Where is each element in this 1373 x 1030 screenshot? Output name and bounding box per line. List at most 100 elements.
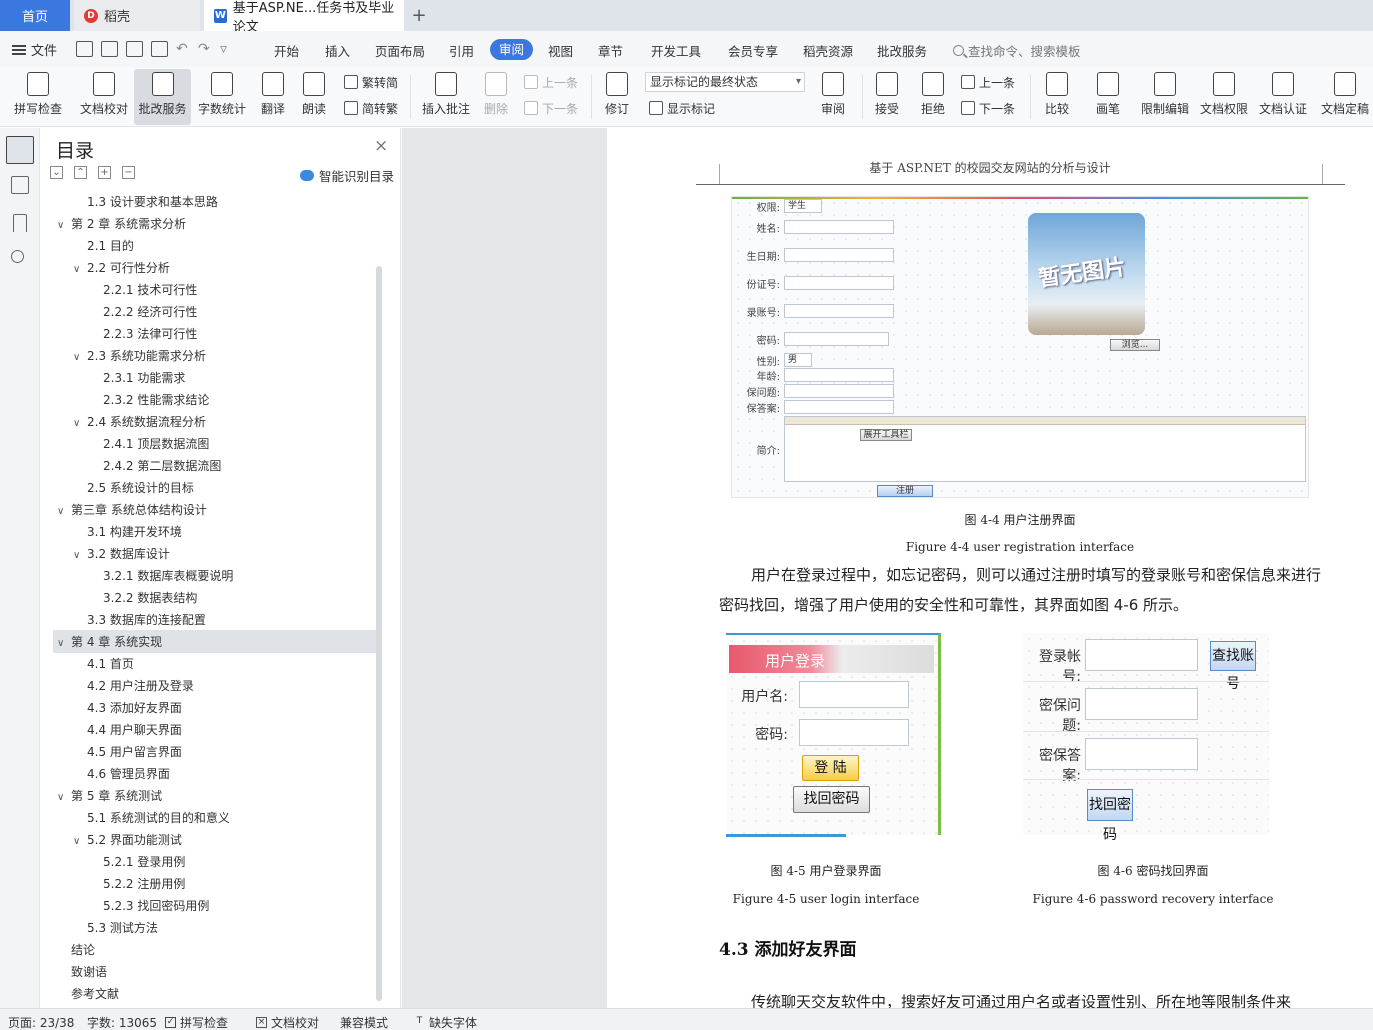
status-proofread[interactable]: × 文档校对	[256, 1014, 319, 1030]
bookmark-icon[interactable]	[13, 214, 27, 232]
print-preview-icon[interactable]	[151, 41, 168, 57]
command-search[interactable]: 查找命令、搜索模板	[953, 41, 1081, 60]
read-aloud-button[interactable]: 朗读	[297, 69, 331, 125]
tab-daoke[interactable]: D 稻壳	[74, 0, 200, 31]
export-pdf-icon[interactable]	[101, 41, 118, 57]
toc-item[interactable]: ∨ 2.4 系统数据流程分析	[73, 411, 206, 433]
toc-item[interactable]: ∨ 第 2 章 系统需求分析	[57, 213, 186, 235]
toc-item[interactable]: 致谢语	[57, 961, 107, 983]
toc-item[interactable]: 2.4.1 顶层数据流图	[89, 433, 209, 455]
document-certify-button[interactable]: 文档认证	[1256, 69, 1310, 125]
toc-item[interactable]: 2.2.1 技术可行性	[89, 279, 197, 301]
simp-to-trad-button[interactable]: 简转繁	[344, 99, 398, 117]
toc-item[interactable]: 3.2.1 数据库表概要说明	[89, 565, 233, 587]
toc-item[interactable]: 4.2 用户注册及登录	[73, 675, 194, 697]
missing-font[interactable]: T 缺失字体	[414, 1014, 477, 1030]
word-count-button[interactable]: 字数统计	[195, 69, 249, 125]
toc-item[interactable]: 5.2.3 找回密码用例	[89, 895, 209, 917]
toc-item[interactable]: 2.5 系统设计的目标	[73, 477, 194, 499]
accept-button[interactable]: 接受	[868, 69, 906, 125]
toc-item[interactable]: 2.4.2 第二层数据流图	[89, 455, 221, 477]
spell-check-button[interactable]: 拼写检查	[8, 69, 68, 125]
chevron-down-icon[interactable]: ∨	[57, 787, 71, 809]
chevron-down-icon[interactable]: ∨	[73, 259, 87, 281]
toc-item[interactable]: 2.2.2 经济可行性	[89, 301, 197, 323]
smart-toc-button[interactable]: 智能识别目录	[300, 166, 394, 185]
prev-comment-button[interactable]: 上一条	[524, 73, 578, 91]
find-icon[interactable]	[11, 250, 24, 263]
status-spell-check[interactable]: ✓ 拼写检查	[165, 1014, 228, 1030]
toc-item[interactable]: 3.1 构建开发环境	[73, 521, 182, 543]
chapter-nav-icon[interactable]	[11, 176, 29, 194]
close-icon[interactable]: ×	[374, 136, 388, 156]
toc-item[interactable]: 2.1 目的	[73, 235, 134, 257]
toc-item[interactable]: 参考文献	[57, 983, 119, 1005]
toc-item[interactable]: ∨ 5.2 界面功能测试	[73, 829, 182, 851]
document-finalize-button[interactable]: 文档定稿	[1317, 69, 1373, 125]
proofread-button[interactable]: 文档校对	[76, 69, 132, 125]
toc-item[interactable]: 2.3.1 功能需求	[89, 367, 185, 389]
chevron-down-icon[interactable]: ∨	[73, 831, 87, 853]
chevron-down-icon[interactable]: ∨	[57, 501, 71, 523]
toc-item[interactable]: 4.5 用户留言界面	[73, 741, 182, 763]
toc-item[interactable]: ∨ 3.2 数据库设计	[73, 543, 170, 565]
toc-item[interactable]: ∨ 第 4 章 系统实现	[57, 631, 162, 653]
add-heading-icon[interactable]: +	[98, 166, 111, 179]
insert-comment-button[interactable]: 插入批注	[420, 69, 472, 125]
chevron-down-icon[interactable]: ∨	[57, 215, 71, 237]
tab-home[interactable]: 首页	[0, 0, 70, 31]
file-menu[interactable]: 文件	[12, 40, 57, 59]
toc-scrollbar[interactable]	[376, 266, 382, 1001]
document-permission-button[interactable]: 文档权限	[1197, 69, 1251, 125]
toc-item[interactable]: 4.4 用户聊天界面	[73, 719, 182, 741]
toc-item[interactable]: 4.1 首页	[73, 653, 134, 675]
toc-item[interactable]: 5.2.2 注册用例	[89, 873, 185, 895]
chevron-down-icon[interactable]: ∨	[73, 545, 87, 567]
menu-view[interactable]: 视图	[548, 41, 573, 60]
delete-comment-button[interactable]: 删除	[478, 69, 514, 125]
next-comment-button[interactable]: 下一条	[524, 99, 578, 117]
menu-daoke-resources[interactable]: 稻壳资源	[803, 41, 853, 60]
tab-document[interactable]: W 基于ASP.NE...任务书及毕业论文	[204, 0, 404, 35]
chevron-down-icon[interactable]: ∨	[73, 413, 87, 435]
toc-item[interactable]: 3.3 数据库的连接配置	[73, 609, 206, 631]
reject-button[interactable]: 拒绝	[914, 69, 952, 125]
restrict-editing-button[interactable]: 限制编辑	[1138, 69, 1192, 125]
toc-item[interactable]: 3.2.2 数据表结构	[89, 587, 197, 609]
review-pane-button[interactable]: 审阅	[813, 69, 853, 125]
toc-item[interactable]: 5.3 测试方法	[73, 917, 158, 939]
show-markup-button[interactable]: 显示标记	[649, 99, 715, 117]
toc-item[interactable]: ∨ 第 5 章 系统测试	[57, 785, 162, 807]
redo-icon[interactable]: ↷	[198, 41, 212, 57]
toc-item[interactable]: ∨ 2.3 系统功能需求分析	[73, 345, 206, 367]
menu-start[interactable]: 开始	[274, 41, 299, 60]
outline-view-icon[interactable]	[6, 136, 34, 164]
expand-all-icon[interactable]: ⌃	[74, 166, 87, 179]
toc-item[interactable]: 2.3.2 性能需求结论	[89, 389, 209, 411]
toc-item[interactable]: ∨ 第三章 系统总体结构设计	[57, 499, 207, 521]
translate-button[interactable]: 翻译	[254, 69, 292, 125]
remove-heading-icon[interactable]: −	[122, 166, 135, 179]
toc-item[interactable]: 5.2.1 登录用例	[89, 851, 185, 873]
menu-layout[interactable]: 页面布局	[375, 41, 425, 60]
next-change-button[interactable]: 下一条	[961, 99, 1015, 117]
correction-service-button[interactable]: 批改服务	[134, 69, 191, 125]
chevron-down-icon[interactable]: ∨	[57, 633, 71, 655]
trad-to-simp-button[interactable]: 繁转简	[344, 73, 398, 91]
menu-references[interactable]: 引用	[449, 41, 474, 60]
toc-item[interactable]: 4.6 管理员界面	[73, 763, 170, 785]
collapse-all-icon[interactable]: ⌄	[50, 166, 63, 179]
markup-state-select[interactable]: 显示标记的最终状态	[645, 72, 805, 92]
menu-member[interactable]: 会员专享	[728, 41, 778, 60]
chevron-down-icon[interactable]: ∨	[73, 347, 87, 369]
print-icon[interactable]	[126, 41, 143, 57]
document-page[interactable]: 基于 ASP.NET 的校园交友网站的分析与设计 权限: 学生 姓名: 生日期:…	[607, 128, 1373, 1008]
menu-developer[interactable]: 开发工具	[651, 41, 701, 60]
toc-item[interactable]: ∨ 2.2 可行性分析	[73, 257, 170, 279]
new-tab-button[interactable]: +	[406, 0, 432, 31]
page-indicator[interactable]: 页面: 23/38	[8, 1014, 74, 1030]
toc-item[interactable]: 1.3 设计要求和基本思路	[73, 191, 218, 213]
save-icon[interactable]	[76, 41, 93, 57]
menu-section[interactable]: 章节	[598, 41, 623, 60]
word-count[interactable]: 字数: 13065	[87, 1014, 157, 1030]
